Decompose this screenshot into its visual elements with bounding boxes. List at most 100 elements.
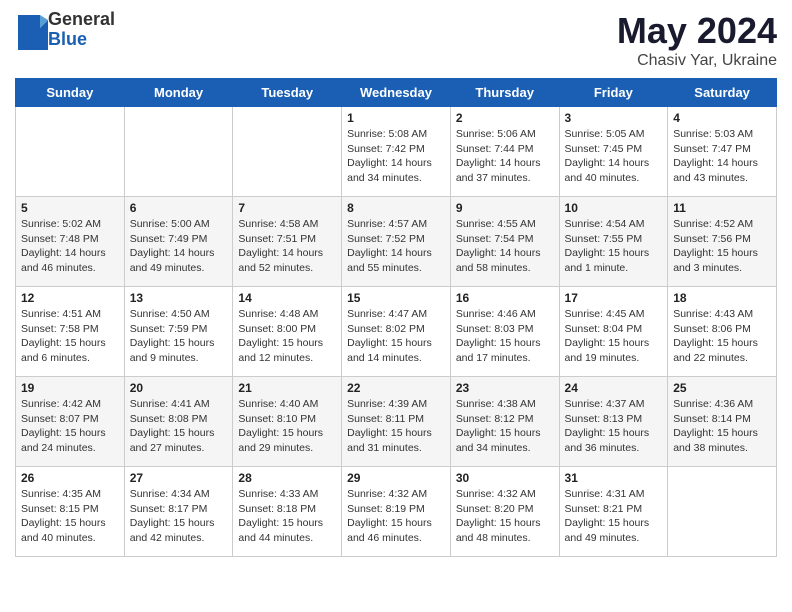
calendar-day-cell: 13Sunrise: 4:50 AM Sunset: 7:59 PM Dayli… xyxy=(124,287,233,377)
calendar-day-cell: 30 Sunrise: 4:32 AM Sunset: 8:20 PM Dayli… xyxy=(450,467,559,557)
day-info: Sunrise: 4:47 AM Sunset: 8:02 PM Dayligh… xyxy=(347,307,445,366)
day-of-week-header: Friday xyxy=(559,79,668,107)
day-of-week-header: Tuesday xyxy=(233,79,342,107)
day-info: Sunrise: 4:45 AM Sunset: 8:04 PM Dayligh… xyxy=(565,307,663,366)
day-number: 26 xyxy=(21,471,119,485)
calendar-day-cell: 22 Sunrise: 4:39 AM Sunset: 8:11 PM Dayli… xyxy=(342,377,451,467)
calendar-day-cell: 26 Sunrise: 4:35 AM Sunset: 8:15 PM Dayli… xyxy=(16,467,125,557)
day-number: 4 xyxy=(673,111,771,125)
day-number: 12 xyxy=(21,291,119,305)
day-of-week-header: Wednesday xyxy=(342,79,451,107)
logo: General Blue xyxy=(15,10,115,50)
day-info: Sunrise: 4:32 AM Sunset: 8:19 PM Dayligh… xyxy=(347,487,445,546)
day-number: 14 xyxy=(238,291,336,305)
day-info: Sunrise: 4:41 AM Sunset: 8:08 PM Dayligh… xyxy=(130,397,228,456)
calendar-day-cell xyxy=(233,107,342,197)
month-title: May 2024 xyxy=(617,10,777,52)
day-info: Sunrise: 4:55 AM Sunset: 7:54 PM Dayligh… xyxy=(456,217,554,276)
day-info: Sunrise: 5:02 AM Sunset: 7:48 PM Dayligh… xyxy=(21,217,119,276)
day-number: 5 xyxy=(21,201,119,215)
calendar-day-cell: 24 Sunrise: 4:37 AM Sunset: 8:13 PM Dayli… xyxy=(559,377,668,467)
day-info: Sunrise: 4:31 AM Sunset: 8:21 PM Dayligh… xyxy=(565,487,663,546)
calendar-day-cell: 20 Sunrise: 4:41 AM Sunset: 8:08 PM Dayli… xyxy=(124,377,233,467)
day-number: 24 xyxy=(565,381,663,395)
calendar-week-row: 19 Sunrise: 4:42 AM Sunset: 8:07 PM Dayli… xyxy=(16,377,777,467)
day-info: Sunrise: 4:37 AM Sunset: 8:13 PM Dayligh… xyxy=(565,397,663,456)
day-number: 10 xyxy=(565,201,663,215)
calendar-day-cell: 12Sunrise: 4:51 AM Sunset: 7:58 PM Dayli… xyxy=(16,287,125,377)
day-number: 21 xyxy=(238,381,336,395)
calendar-day-cell: 23 Sunrise: 4:38 AM Sunset: 8:12 PM Dayli… xyxy=(450,377,559,467)
calendar-day-cell: 2 Sunrise: 5:06 AM Sunset: 7:44 PM Daylig… xyxy=(450,107,559,197)
header-row: SundayMondayTuesdayWednesdayThursdayFrid… xyxy=(16,79,777,107)
logo-blue-label: Blue xyxy=(48,30,115,50)
day-info: Sunrise: 4:39 AM Sunset: 8:11 PM Dayligh… xyxy=(347,397,445,456)
day-number: 7 xyxy=(238,201,336,215)
day-number: 6 xyxy=(130,201,228,215)
calendar-day-cell: 7 Sunrise: 4:58 AM Sunset: 7:51 PM Daylig… xyxy=(233,197,342,287)
day-info: Sunrise: 4:46 AM Sunset: 8:03 PM Dayligh… xyxy=(456,307,554,366)
logo-text: General Blue xyxy=(48,10,115,50)
day-number: 9 xyxy=(456,201,554,215)
day-info: Sunrise: 4:42 AM Sunset: 8:07 PM Dayligh… xyxy=(21,397,119,456)
day-number: 3 xyxy=(565,111,663,125)
calendar-week-row: 1Sunrise: 5:08 AM Sunset: 7:42 PM Daylig… xyxy=(16,107,777,197)
calendar-week-row: 12Sunrise: 4:51 AM Sunset: 7:58 PM Dayli… xyxy=(16,287,777,377)
calendar-day-cell: 19 Sunrise: 4:42 AM Sunset: 8:07 PM Dayli… xyxy=(16,377,125,467)
calendar-day-cell xyxy=(16,107,125,197)
day-info: Sunrise: 4:48 AM Sunset: 8:00 PM Dayligh… xyxy=(238,307,336,366)
day-number: 11 xyxy=(673,201,771,215)
day-info: Sunrise: 4:33 AM Sunset: 8:18 PM Dayligh… xyxy=(238,487,336,546)
calendar-day-cell: 1Sunrise: 5:08 AM Sunset: 7:42 PM Daylig… xyxy=(342,107,451,197)
day-info: Sunrise: 4:43 AM Sunset: 8:06 PM Dayligh… xyxy=(673,307,771,366)
calendar-day-cell: 4 Sunrise: 5:03 AM Sunset: 7:47 PM Daylig… xyxy=(668,107,777,197)
day-number: 19 xyxy=(21,381,119,395)
day-number: 18 xyxy=(673,291,771,305)
day-info: Sunrise: 4:34 AM Sunset: 8:17 PM Dayligh… xyxy=(130,487,228,546)
day-info: Sunrise: 4:32 AM Sunset: 8:20 PM Dayligh… xyxy=(456,487,554,546)
day-number: 23 xyxy=(456,381,554,395)
day-info: Sunrise: 4:38 AM Sunset: 8:12 PM Dayligh… xyxy=(456,397,554,456)
logo-icon xyxy=(18,10,48,50)
day-number: 25 xyxy=(673,381,771,395)
day-of-week-header: Thursday xyxy=(450,79,559,107)
calendar-day-cell: 8Sunrise: 4:57 AM Sunset: 7:52 PM Daylig… xyxy=(342,197,451,287)
day-of-week-header: Monday xyxy=(124,79,233,107)
day-info: Sunrise: 5:06 AM Sunset: 7:44 PM Dayligh… xyxy=(456,127,554,186)
day-number: 13 xyxy=(130,291,228,305)
calendar-day-cell: 21Sunrise: 4:40 AM Sunset: 8:10 PM Dayli… xyxy=(233,377,342,467)
calendar-day-cell xyxy=(124,107,233,197)
day-number: 15 xyxy=(347,291,445,305)
day-number: 22 xyxy=(347,381,445,395)
day-number: 20 xyxy=(130,381,228,395)
calendar-day-cell: 9 Sunrise: 4:55 AM Sunset: 7:54 PM Daylig… xyxy=(450,197,559,287)
day-of-week-header: Sunday xyxy=(16,79,125,107)
calendar-day-cell: 29Sunrise: 4:32 AM Sunset: 8:19 PM Dayli… xyxy=(342,467,451,557)
day-info: Sunrise: 5:03 AM Sunset: 7:47 PM Dayligh… xyxy=(673,127,771,186)
day-info: Sunrise: 5:00 AM Sunset: 7:49 PM Dayligh… xyxy=(130,217,228,276)
day-number: 1 xyxy=(347,111,445,125)
calendar-day-cell: 16Sunrise: 4:46 AM Sunset: 8:03 PM Dayli… xyxy=(450,287,559,377)
calendar-day-cell: 31 Sunrise: 4:31 AM Sunset: 8:21 PM Dayli… xyxy=(559,467,668,557)
day-info: Sunrise: 4:35 AM Sunset: 8:15 PM Dayligh… xyxy=(21,487,119,546)
calendar-day-cell: 27Sunrise: 4:34 AM Sunset: 8:17 PM Dayli… xyxy=(124,467,233,557)
day-number: 28 xyxy=(238,471,336,485)
calendar-day-cell: 14 Sunrise: 4:48 AM Sunset: 8:00 PM Dayli… xyxy=(233,287,342,377)
calendar-week-row: 26 Sunrise: 4:35 AM Sunset: 8:15 PM Dayli… xyxy=(16,467,777,557)
day-info: Sunrise: 4:54 AM Sunset: 7:55 PM Dayligh… xyxy=(565,217,663,276)
day-info: Sunrise: 5:05 AM Sunset: 7:45 PM Dayligh… xyxy=(565,127,663,186)
calendar-day-cell: 18 Sunrise: 4:43 AM Sunset: 8:06 PM Dayli… xyxy=(668,287,777,377)
calendar-day-cell: 28 Sunrise: 4:33 AM Sunset: 8:18 PM Dayli… xyxy=(233,467,342,557)
calendar-header: SundayMondayTuesdayWednesdayThursdayFrid… xyxy=(16,79,777,107)
calendar-body: 1Sunrise: 5:08 AM Sunset: 7:42 PM Daylig… xyxy=(16,107,777,557)
day-number: 2 xyxy=(456,111,554,125)
day-info: Sunrise: 4:58 AM Sunset: 7:51 PM Dayligh… xyxy=(238,217,336,276)
day-info: Sunrise: 4:57 AM Sunset: 7:52 PM Dayligh… xyxy=(347,217,445,276)
day-number: 31 xyxy=(565,471,663,485)
calendar-table: SundayMondayTuesdayWednesdayThursdayFrid… xyxy=(15,78,777,557)
calendar-day-cell xyxy=(668,467,777,557)
calendar-day-cell: 17Sunrise: 4:45 AM Sunset: 8:04 PM Dayli… xyxy=(559,287,668,377)
logo-general-label: General xyxy=(48,10,115,30)
day-number: 30 xyxy=(456,471,554,485)
calendar-day-cell: 25Sunrise: 4:36 AM Sunset: 8:14 PM Dayli… xyxy=(668,377,777,467)
